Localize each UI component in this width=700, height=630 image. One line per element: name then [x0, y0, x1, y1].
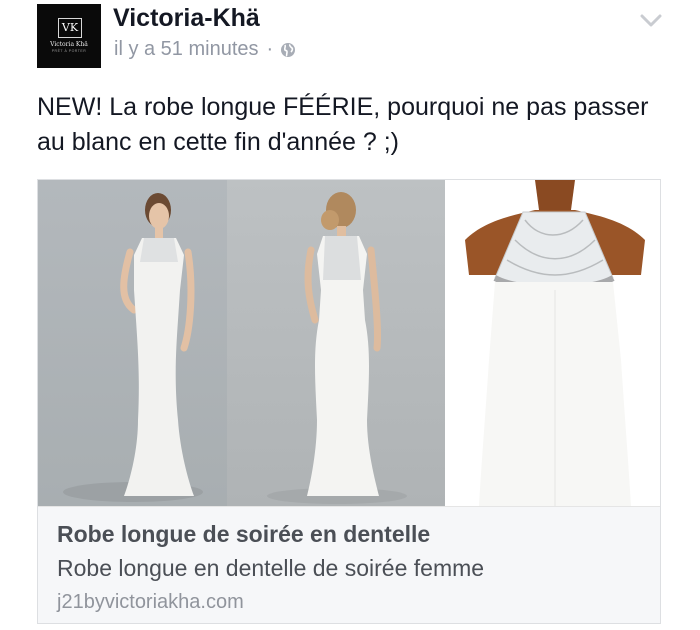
post-meta: il y a 51 minutes · — [114, 38, 296, 61]
globe-icon[interactable] — [280, 42, 296, 58]
link-domain: j21byvictoriakha.com — [57, 591, 244, 613]
avatar-brand: Victoria Khä — [50, 41, 88, 48]
page-avatar[interactable]: VK Victoria Khä PRÊT À PORTER — [37, 4, 101, 68]
dress-mannequin-photo — [445, 180, 660, 506]
model-front-photo — [38, 180, 227, 506]
link-description: Robe longue en dentelle de soirée femme — [57, 555, 485, 581]
link-card[interactable]: Robe longue de soirée en dentelle Robe l… — [37, 179, 661, 624]
link-card-caption[interactable]: Robe longue de soirée en dentelle Robe l… — [38, 506, 660, 623]
avatar-monogram: VK — [58, 18, 82, 38]
link-card-images[interactable] — [38, 180, 660, 506]
avatar-tagline: PRÊT À PORTER — [51, 49, 87, 53]
model-back-photo — [227, 180, 445, 506]
post-text: NEW! La robe longue FÉÉRIE, pourquoi ne … — [37, 93, 649, 156]
chevron-down-icon[interactable] — [640, 14, 662, 28]
link-title[interactable]: Robe longue de soirée en dentelle — [57, 521, 430, 548]
post-timestamp[interactable]: il y a 51 minutes — [114, 38, 259, 61]
meta-separator: · — [266, 38, 274, 60]
page-name[interactable]: Victoria-Khä — [113, 4, 260, 33]
